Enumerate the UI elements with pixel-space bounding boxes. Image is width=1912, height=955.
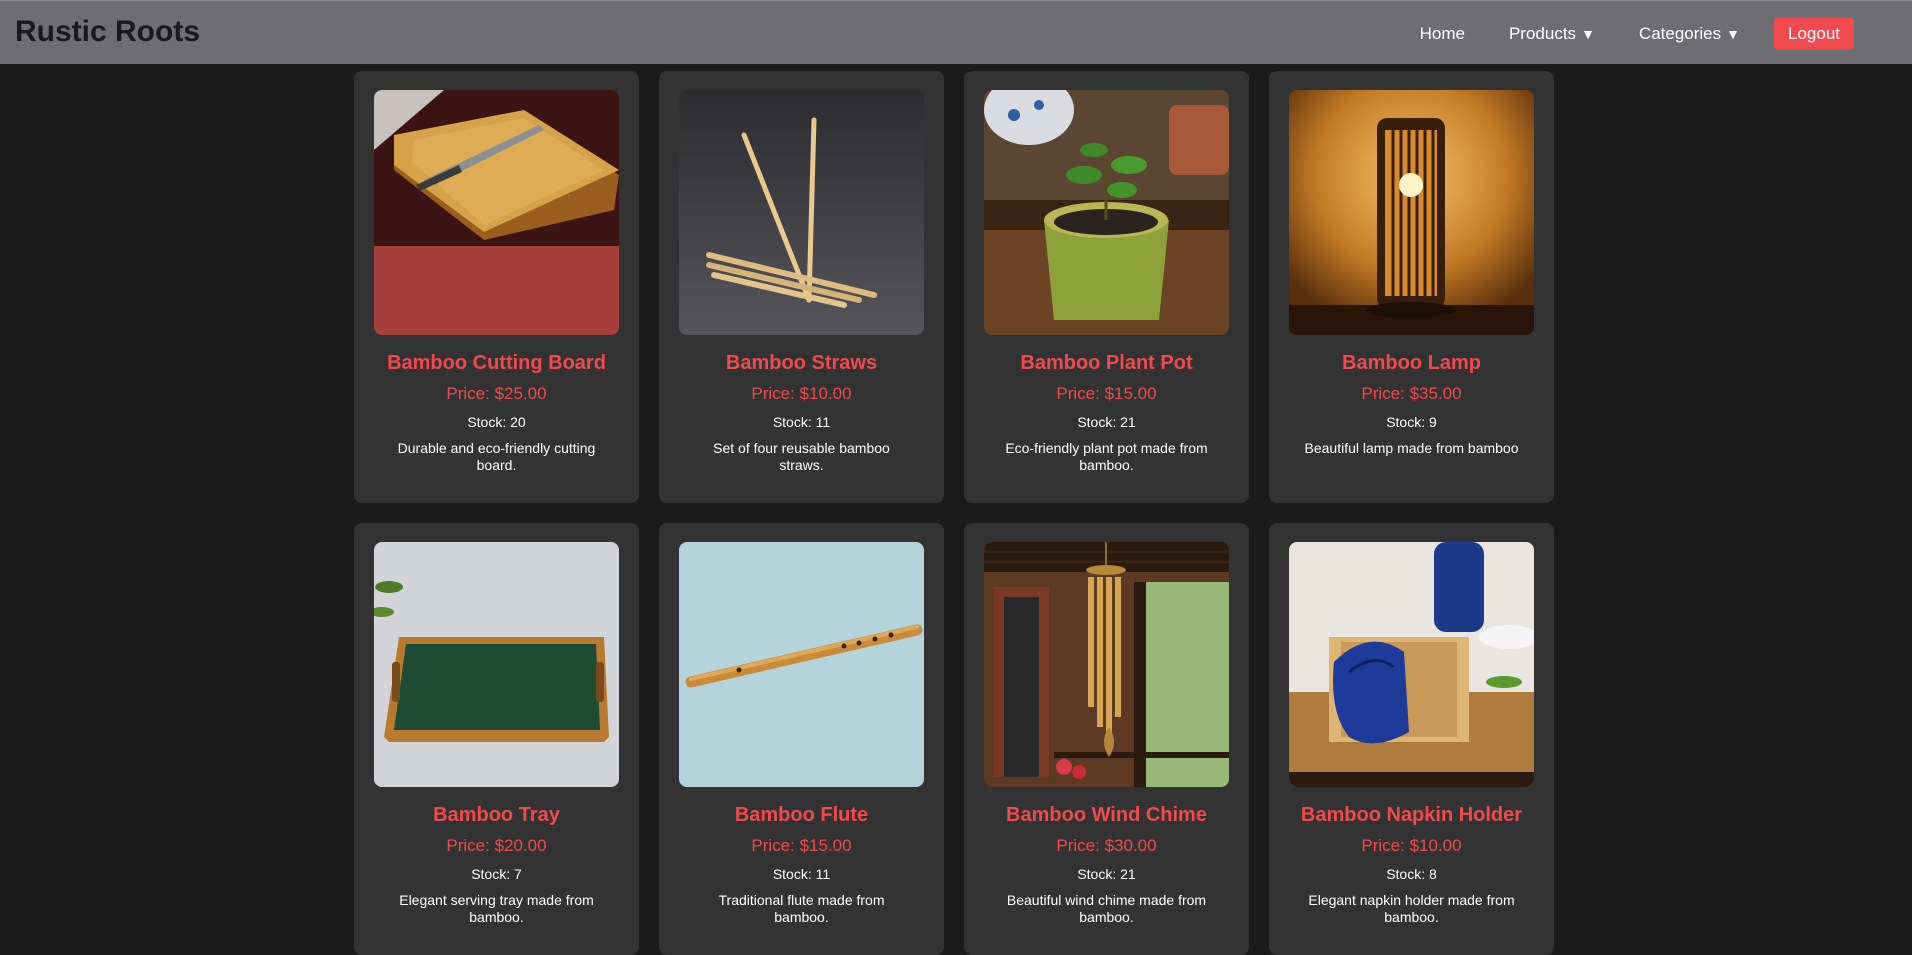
product-description: Elegant napkin holder made from bamboo. — [1308, 892, 1515, 925]
product-name[interactable]: Bamboo Plant Pot — [984, 351, 1229, 375]
nav-links: Home Products ▼ Categories ▼ Logout — [1398, 18, 1854, 50]
product-price: Price: $25.00 — [446, 384, 547, 403]
product-description: Beautiful wind chime made from bamboo. — [1006, 892, 1207, 925]
product-price: Price: $30.00 — [1056, 836, 1157, 855]
product-image-straws[interactable] — [679, 90, 924, 335]
product-stock: Stock: 21 — [1077, 866, 1136, 882]
product-price: Price: $10.00 — [1361, 836, 1462, 855]
product-card[interactable]: Bamboo Cutting Board Price: $25.00 Stock… — [354, 71, 639, 503]
product-card[interactable]: Bamboo Napkin Holder Price: $10.00 Stock… — [1269, 523, 1554, 955]
product-name[interactable]: Bamboo Lamp — [1289, 351, 1534, 375]
product-image-lamp[interactable] — [1289, 90, 1534, 335]
product-description: Set of four reusable bamboo straws. — [713, 440, 890, 473]
product-stock: Stock: 20 — [467, 414, 526, 430]
product-card[interactable]: Bamboo Flute Price: $15.00 Stock: 11 Tra… — [659, 523, 944, 955]
product-image-tray[interactable] — [374, 542, 619, 787]
product-image-napkin-holder[interactable] — [1289, 542, 1534, 787]
product-image-cutting-board[interactable] — [374, 90, 619, 335]
product-image-plant-pot[interactable] — [984, 90, 1229, 335]
product-price: Price: $35.00 — [1361, 384, 1462, 403]
product-stock: Stock: 11 — [772, 866, 831, 882]
product-stock: Stock: 21 — [1077, 414, 1136, 430]
nav-products-dropdown[interactable]: Products ▼ — [1487, 18, 1617, 50]
product-name[interactable]: Bamboo Flute — [679, 803, 924, 827]
product-description: Durable and eco-friendly cutting board. — [397, 440, 596, 473]
logout-button[interactable]: Logout — [1774, 18, 1854, 50]
product-description: Beautiful lamp made from bamboo — [1304, 440, 1519, 456]
product-description: Traditional flute made from bamboo. — [718, 892, 885, 925]
product-stock: Stock: 8 — [1386, 866, 1437, 882]
nav-categories-dropdown[interactable]: Categories ▼ — [1617, 18, 1762, 50]
nav-categories-label: Categories — [1638, 24, 1722, 43]
product-price: Price: $10.00 — [751, 384, 852, 403]
product-card[interactable]: Bamboo Straws Price: $10.00 Stock: 11 Se… — [659, 71, 944, 503]
product-card[interactable]: Bamboo Plant Pot Price: $15.00 Stock: 21… — [964, 71, 1249, 503]
navbar: Rustic Roots Home Products ▼ Categories ▼ … — [0, 0, 1912, 64]
product-name[interactable]: Bamboo Wind Chime — [984, 803, 1229, 827]
chevron-down-icon: ▼ — [1726, 26, 1740, 42]
product-name[interactable]: Bamboo Straws — [679, 351, 924, 375]
product-description: Elegant serving tray made from bamboo. — [399, 892, 594, 925]
product-image-flute[interactable] — [679, 542, 924, 787]
nav-products-label: Products — [1508, 24, 1577, 43]
nav-home-link[interactable]: Home — [1398, 18, 1487, 50]
brand-logo[interactable]: Rustic Roots — [15, 15, 200, 49]
product-stock: Stock: 9 — [1386, 414, 1437, 430]
product-card[interactable]: Bamboo Tray Price: $20.00 Stock: 7 Elega… — [354, 523, 639, 955]
product-stock: Stock: 7 — [471, 866, 522, 882]
product-card[interactable]: Bamboo Lamp Price: $35.00 Stock: 9 Beaut… — [1269, 71, 1554, 503]
product-stock: Stock: 11 — [772, 414, 831, 430]
product-name[interactable]: Bamboo Tray — [374, 803, 619, 827]
product-card[interactable]: Bamboo Wind Chime Price: $30.00 Stock: 2… — [964, 523, 1249, 955]
product-price: Price: $15.00 — [1056, 384, 1157, 403]
product-price: Price: $15.00 — [751, 836, 852, 855]
product-grid: Bamboo Cutting Board Price: $25.00 Stock… — [354, 71, 1554, 955]
product-image-wind-chime[interactable] — [984, 542, 1229, 787]
product-price: Price: $20.00 — [446, 836, 547, 855]
product-name[interactable]: Bamboo Napkin Holder — [1289, 803, 1534, 827]
product-description: Eco-friendly plant pot made from bamboo. — [1005, 440, 1208, 473]
chevron-down-icon: ▼ — [1581, 26, 1595, 42]
product-name[interactable]: Bamboo Cutting Board — [374, 351, 619, 375]
